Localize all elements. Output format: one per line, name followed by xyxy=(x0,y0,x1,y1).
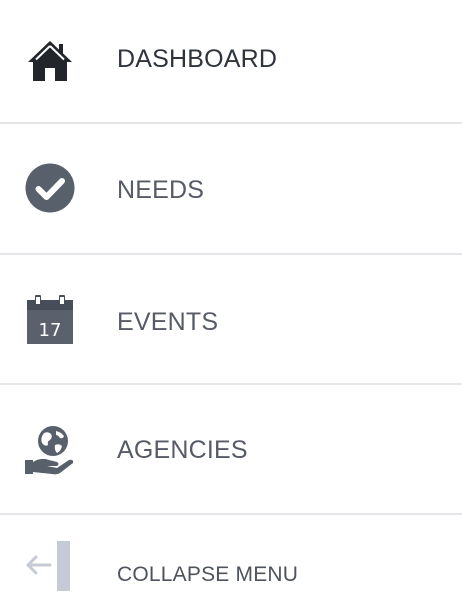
calendar-icon: 17 xyxy=(22,292,78,348)
menu-item-needs[interactable]: NEEDS xyxy=(0,124,462,253)
collapse-arrow-icon xyxy=(22,539,78,595)
menu-item-label: NEEDS xyxy=(117,176,205,204)
menu-item-label: AGENCIES xyxy=(117,436,248,464)
globe-hand-icon xyxy=(22,421,78,477)
collapse-menu-button[interactable]: COLLAPSE MENU xyxy=(0,515,462,605)
home-icon xyxy=(22,32,78,88)
menu-item-label: DASHBOARD xyxy=(117,45,278,73)
sidebar-menu: DASHBOARD NEEDS 17 EVENTS AGENCIES COLLA… xyxy=(0,0,462,605)
menu-item-dashboard[interactable]: DASHBOARD xyxy=(0,0,462,122)
collapse-menu-label: COLLAPSE MENU xyxy=(117,563,299,586)
menu-item-events[interactable]: 17 EVENTS xyxy=(0,255,462,383)
menu-item-label: EVENTS xyxy=(117,308,219,336)
check-circle-icon xyxy=(22,160,78,216)
menu-item-agencies[interactable]: AGENCIES xyxy=(0,385,462,513)
calendar-day: 17 xyxy=(39,320,62,341)
